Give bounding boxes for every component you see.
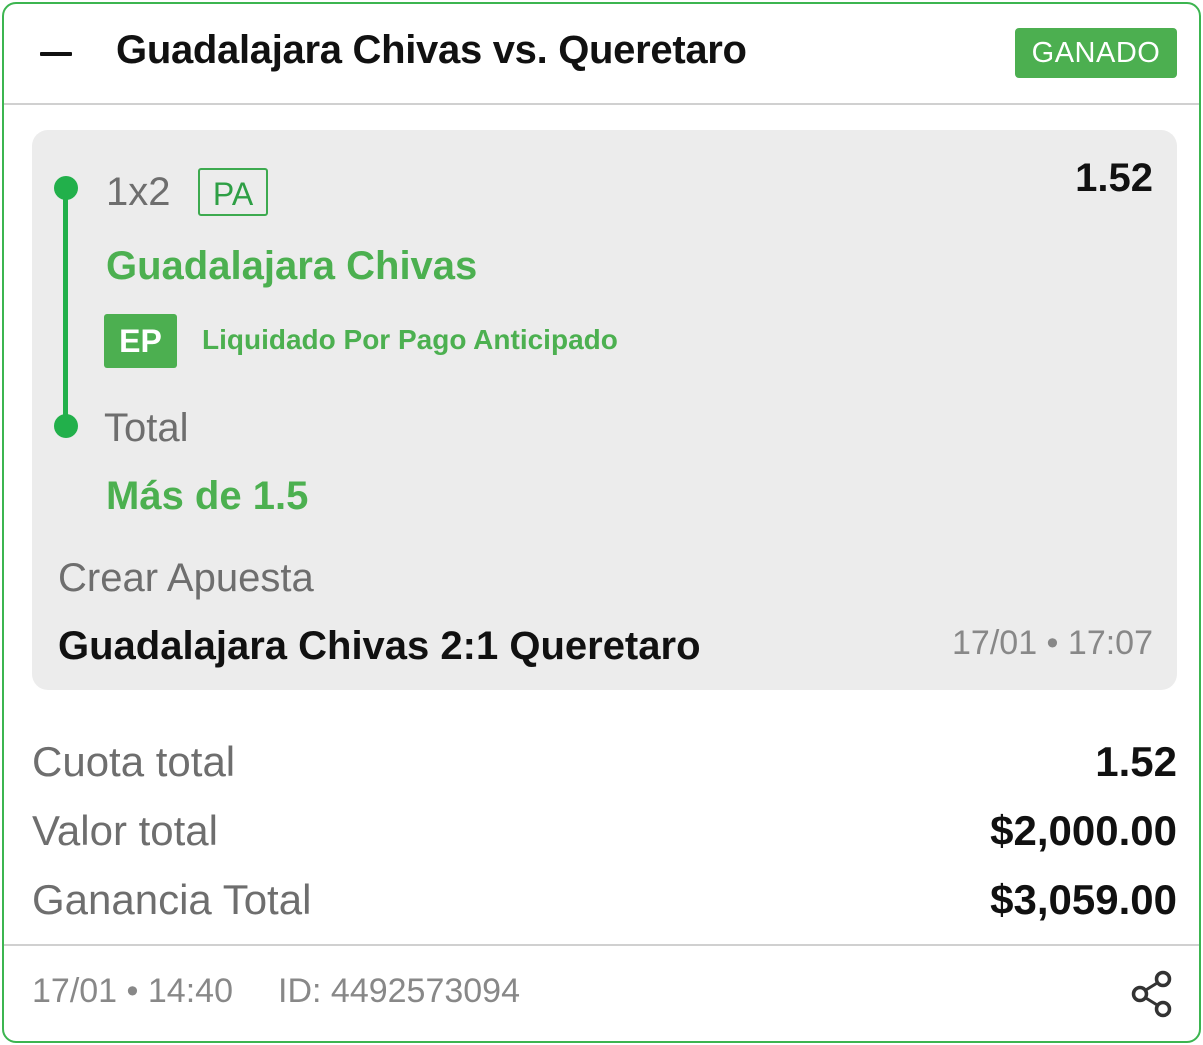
selection-market: Total — [104, 406, 189, 450]
event-date: 17/01 — [952, 624, 1038, 662]
status-badge: GANADO — [1015, 28, 1177, 78]
event-time: 17:07 — [1067, 624, 1153, 662]
bet-id-label: ID: — [278, 972, 322, 1010]
selection-market: 1x2 — [106, 170, 171, 214]
bet-time: 14:40 — [147, 972, 233, 1010]
timeline-dot — [54, 176, 78, 200]
bet-builder-label: Crear Apuesta — [58, 556, 314, 600]
bet-card: Guadalajara Chivas vs. Queretaro GANADO … — [2, 2, 1201, 1043]
bet-id-value: 4492573094 — [330, 972, 520, 1010]
bet-date: 17/01 — [32, 972, 118, 1010]
minus-icon[interactable] — [36, 34, 76, 74]
bet-header[interactable]: Guadalajara Chivas vs. Queretaro GANADO — [4, 4, 1199, 105]
total-stake-label: Valor total — [32, 807, 218, 854]
timeline-line — [63, 194, 68, 422]
selection-odds: 1.52 — [1075, 156, 1153, 200]
share-icon[interactable] — [1126, 968, 1178, 1020]
summary-payout-row: Ganancia Total $3,059.00 — [32, 876, 1177, 932]
total-payout-value: $3,059.00 — [990, 876, 1177, 923]
total-payout-label: Ganancia Total — [32, 876, 312, 923]
summary-odds-row: Cuota total 1.52 — [32, 738, 1177, 794]
settlement-text: Liquidado Por Pago Anticipado — [202, 324, 618, 355]
selection-pick: Guadalajara Chivas — [106, 244, 478, 288]
pa-badge: PA — [198, 168, 268, 216]
summary-stake-row: Valor total $2,000.00 — [32, 807, 1177, 863]
footer-divider — [4, 944, 1199, 946]
ep-badge: EP — [104, 314, 177, 368]
total-odds-label: Cuota total — [32, 738, 236, 785]
total-stake-value: $2,000.00 — [990, 807, 1177, 854]
selection-pick: Más de 1.5 — [106, 474, 309, 518]
bet-datetime: 17/01 • 14:40 — [32, 972, 233, 1010]
bet-id: ID: 4492573094 — [278, 972, 520, 1011]
event-datetime: 17/01 • 17:07 — [952, 624, 1153, 662]
match-score: Guadalajara Chivas 2:1 Queretaro — [58, 624, 701, 668]
event-title: Guadalajara Chivas vs. Queretaro — [116, 28, 747, 72]
timeline-dot — [54, 414, 78, 438]
total-odds-value: 1.52 — [1095, 738, 1177, 785]
selections-panel: 1x2 PA 1.52 Guadalajara Chivas EP Liquid… — [32, 130, 1177, 690]
